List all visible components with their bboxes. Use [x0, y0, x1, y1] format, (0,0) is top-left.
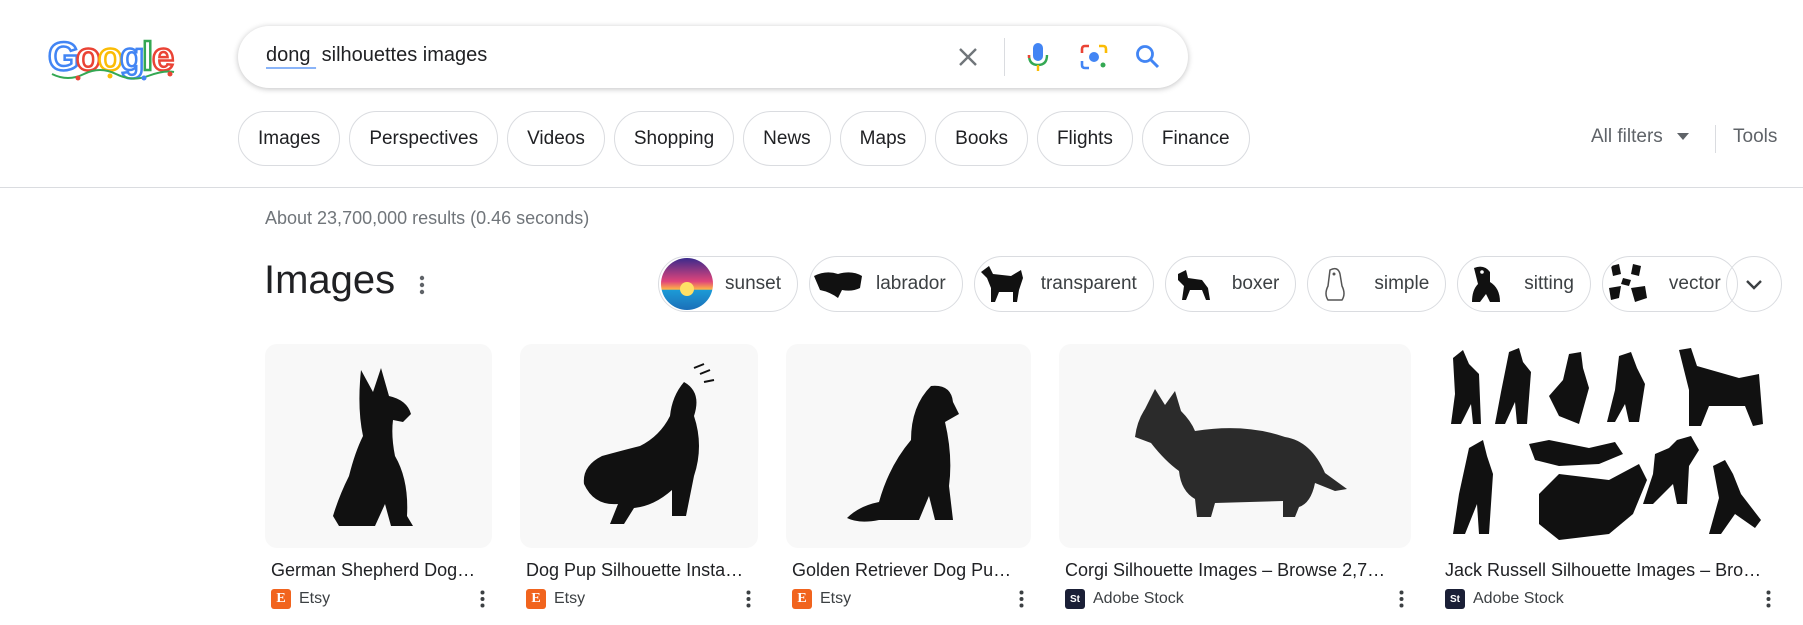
refine-label: labrador	[875, 273, 946, 294]
tab-books[interactable]: Books	[935, 111, 1028, 166]
search-divider	[1004, 38, 1005, 76]
sitting-thumbnail	[1460, 258, 1513, 310]
result-title[interactable]: Corgi Silhouette Images – Browse 2,7…	[1065, 560, 1411, 581]
image-result[interactable]: Jack Russell Silhouette Images – Bro… St…	[1439, 344, 1778, 609]
image-result[interactable]: Corgi Silhouette Images – Browse 2,7… St…	[1059, 344, 1411, 609]
image-result[interactable]: Dog Pup Silhouette Insta… E Etsy	[520, 344, 758, 609]
tab-perspectives[interactable]: Perspectives	[349, 111, 499, 166]
clear-icon[interactable]	[952, 41, 984, 73]
etsy-icon: E	[271, 589, 291, 609]
result-title[interactable]: German Shepherd Dog…	[271, 560, 492, 581]
refine-label: sitting	[1524, 273, 1574, 294]
refine-chip-boxer[interactable]: boxer	[1164, 256, 1297, 312]
header-divider	[0, 187, 1803, 188]
all-filters-button[interactable]: All filters	[1591, 126, 1689, 148]
spelling-underlined-word: dong	[266, 44, 317, 66]
expand-chips-button[interactable]	[1726, 256, 1782, 312]
more-options-icon[interactable]	[740, 587, 756, 611]
refine-chip-simple[interactable]: simple	[1307, 256, 1447, 312]
result-stats: About 23,700,000 results (0.46 seconds)	[265, 208, 590, 228]
golden-retriever-silhouette-image	[786, 344, 1031, 548]
source-name: Adobe Stock	[1093, 590, 1184, 607]
caret-down-icon	[1676, 133, 1689, 140]
refine-chip-sunset[interactable]: sunset	[658, 256, 798, 312]
more-options-icon[interactable]	[1760, 587, 1776, 611]
etsy-icon: E	[526, 589, 546, 609]
jack-russell-silhouettes-image	[1439, 344, 1778, 548]
refine-chip-vector[interactable]: vector	[1601, 256, 1738, 312]
refine-label: vector	[1668, 273, 1721, 294]
dog-pup-silhouette-image	[520, 344, 758, 548]
images-section-title: Images	[264, 258, 396, 302]
result-source[interactable]: E Etsy	[271, 589, 492, 609]
labrador-thumbnail	[811, 258, 864, 310]
search-tabs: Images Perspectives Videos Shopping News…	[238, 111, 1250, 166]
more-options-icon[interactable]	[1013, 587, 1029, 611]
more-options-icon[interactable]	[410, 270, 434, 300]
boxer-thumbnail	[1167, 258, 1220, 310]
search-icon[interactable]	[1132, 41, 1164, 73]
result-source[interactable]: St Adobe Stock	[1065, 589, 1411, 609]
refine-chip-labrador[interactable]: labrador	[808, 256, 963, 312]
transparent-thumbnail	[976, 258, 1029, 310]
chevron-down-icon	[1746, 279, 1762, 290]
sunset-thumbnail	[661, 258, 713, 310]
tab-videos[interactable]: Videos	[507, 111, 605, 166]
result-title[interactable]: Golden Retriever Dog Pu…	[792, 560, 1031, 581]
all-filters-label: All filters	[1591, 126, 1663, 147]
tab-flights[interactable]: Flights	[1036, 111, 1133, 166]
etsy-icon: E	[792, 589, 812, 609]
source-name: Etsy	[820, 590, 852, 607]
image-result[interactable]: Golden Retriever Dog Pu… E Etsy	[786, 344, 1031, 609]
source-name: Etsy	[554, 590, 586, 607]
svg-text:g: g	[120, 35, 144, 79]
filters-divider	[1715, 125, 1716, 153]
corgi-silhouette-image	[1059, 344, 1411, 548]
google-logo[interactable]: G o o g l e	[47, 32, 178, 84]
result-source[interactable]: E Etsy	[526, 589, 758, 609]
refine-label: transparent	[1040, 273, 1137, 294]
result-title[interactable]: Dog Pup Silhouette Insta…	[526, 560, 758, 581]
tab-finance[interactable]: Finance	[1141, 111, 1250, 166]
svg-text:G: G	[48, 35, 79, 79]
refine-label: sunset	[725, 273, 781, 294]
result-title[interactable]: Jack Russell Silhouette Images – Bro…	[1445, 560, 1778, 581]
query-rest: silhouettes images	[316, 44, 488, 66]
more-options-icon[interactable]	[1393, 587, 1409, 611]
simple-thumbnail	[1310, 258, 1363, 310]
source-name: Adobe Stock	[1473, 590, 1564, 607]
result-source[interactable]: St Adobe Stock	[1445, 589, 1778, 609]
tab-maps[interactable]: Maps	[839, 111, 927, 166]
more-options-icon[interactable]	[474, 587, 490, 611]
microphone-icon[interactable]	[1022, 41, 1054, 73]
refinement-chips: sunset labrador transparent boxer simple…	[658, 256, 1738, 312]
lens-camera-icon[interactable]	[1078, 41, 1110, 73]
tab-news[interactable]: News	[743, 111, 831, 166]
search-box[interactable]: dong silhouettes images	[238, 26, 1188, 88]
refine-chip-transparent[interactable]: transparent	[973, 256, 1154, 312]
refine-label: boxer	[1231, 273, 1280, 294]
refine-label: simple	[1374, 273, 1430, 294]
german-shepherd-silhouette-image	[265, 344, 492, 548]
tab-shopping[interactable]: Shopping	[613, 111, 735, 166]
image-result[interactable]: German Shepherd Dog… E Etsy	[265, 344, 492, 609]
source-name: Etsy	[299, 590, 331, 607]
vector-thumbnail	[1604, 258, 1657, 310]
tab-images[interactable]: Images	[238, 111, 341, 166]
adobe-stock-icon: St	[1065, 589, 1085, 609]
search-query[interactable]: dong silhouettes images	[266, 44, 487, 67]
tools-button[interactable]: Tools	[1733, 126, 1777, 148]
adobe-stock-icon: St	[1445, 589, 1465, 609]
refine-chip-sitting[interactable]: sitting	[1457, 256, 1591, 312]
result-source[interactable]: E Etsy	[792, 589, 1031, 609]
